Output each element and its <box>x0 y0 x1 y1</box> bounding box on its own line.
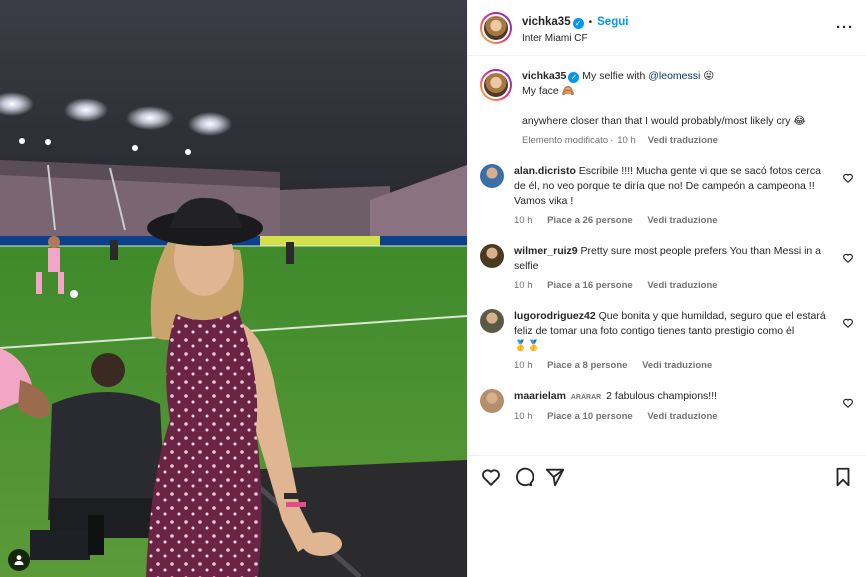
commenter-username[interactable]: maarielam <box>514 390 566 402</box>
see-translation-link[interactable]: Vedi traduzione <box>648 135 718 146</box>
comment-item: wilmer_ruiz9 Pretty sure most people pre… <box>480 244 854 291</box>
caption-line3: anywhere closer than that I would probab… <box>522 115 806 127</box>
comment-time[interactable]: 10 h <box>514 411 533 422</box>
author-avatar[interactable] <box>480 11 512 44</box>
comment-item: maarielam ARARAR 2 fabulous champions!!!… <box>480 389 854 422</box>
comment-text: maarielam ARARAR 2 fabulous champions!!! <box>514 389 832 405</box>
follow-button[interactable]: Segui <box>597 16 628 28</box>
comments-scroll-area[interactable]: vichka35 ✓ My selfie with @leomessi 😝 My … <box>468 57 866 455</box>
comment-icon[interactable] <box>512 466 534 488</box>
comment-body: 2 fabulous champions!!! <box>606 390 718 402</box>
commenter-avatar[interactable] <box>480 164 504 188</box>
caption-time[interactable]: 10 h <box>617 135 636 146</box>
comment-time[interactable]: 10 h <box>514 215 533 226</box>
photo-illustration <box>0 0 467 577</box>
commenter-username[interactable]: lugorodriguez42 <box>514 310 596 322</box>
user-tag-button[interactable] <box>8 549 30 571</box>
post-caption: vichka35 ✓ My selfie with @leomessi 😝 My … <box>480 69 854 146</box>
post-photo[interactable] <box>0 0 467 577</box>
comment-like-heart-icon[interactable] <box>842 317 854 329</box>
share-icon[interactable] <box>544 466 566 488</box>
more-options-icon[interactable]: ··· <box>836 19 854 36</box>
see-translation-link[interactable]: Vedi traduzione <box>647 411 717 422</box>
comment-text: alan.dicristo Escribile !!!! Mucha gente… <box>514 164 832 209</box>
post-actions-bar <box>468 455 866 577</box>
comment-item: alan.dicristo Escribile !!!! Mucha gente… <box>480 164 854 226</box>
caption-meta: Elemento modificato · 10 h Vedi traduzione <box>522 135 718 146</box>
commenter-tag: ARARAR <box>570 394 602 401</box>
heart-icon[interactable] <box>480 466 502 488</box>
separator-dot: • <box>588 16 593 28</box>
post-modal: vichka35 ✓ • Segui Inter Miami CF ··· vichk… <box>0 0 866 577</box>
comment-emoji: 🥇🥇 <box>514 340 541 352</box>
author-username[interactable]: vichka35 <box>522 16 571 28</box>
comment-like-heart-icon[interactable] <box>842 397 854 409</box>
caption-text: vichka35 ✓ My selfie with @leomessi 😝 My … <box>522 70 806 127</box>
caption-line2: My face 🙈 <box>522 85 575 97</box>
edited-label: Elemento modificato <box>522 135 609 146</box>
post-location[interactable]: Inter Miami CF <box>522 33 836 44</box>
see-translation-link[interactable]: Vedi traduzione <box>647 215 717 226</box>
comment-item: lugorodriguez42 Que bonita y que humilda… <box>480 309 854 371</box>
caption-author-avatar[interactable] <box>480 69 512 101</box>
comment-likes[interactable]: Piace a 26 persone <box>547 215 633 226</box>
commenter-avatar[interactable] <box>480 389 504 413</box>
verified-badge-icon: ✓ <box>568 72 580 83</box>
caption-username[interactable]: vichka35 <box>522 70 566 82</box>
comment-likes[interactable]: Piace a 8 persone <box>547 360 627 371</box>
comment-meta: 10 h Piace a 26 persone Vedi traduzione <box>514 215 832 226</box>
comment-like-heart-icon[interactable] <box>842 172 854 184</box>
see-translation-link[interactable]: Vedi traduzione <box>642 360 712 371</box>
comment-time[interactable]: 10 h <box>514 360 533 371</box>
see-translation-link[interactable]: Vedi traduzione <box>647 280 717 291</box>
comment-meta: 10 h Piace a 8 persone Vedi traduzione <box>514 360 832 371</box>
bookmark-icon[interactable] <box>832 466 854 488</box>
commenter-avatar[interactable] <box>480 244 504 268</box>
commenter-avatar[interactable] <box>480 309 504 333</box>
verified-badge-icon: ✓ <box>572 17 584 29</box>
comment-text: wilmer_ruiz9 Pretty sure most people pre… <box>514 244 832 274</box>
comment-likes[interactable]: Piace a 16 persone <box>547 280 633 291</box>
caption-line1: My selfie with <box>582 70 646 82</box>
post-header: vichka35 ✓ • Segui Inter Miami CF ··· <box>468 0 866 56</box>
comment-likes[interactable]: Piace a 10 persone <box>547 411 633 422</box>
commenter-username[interactable]: wilmer_ruiz9 <box>514 245 578 257</box>
comment-text: lugorodriguez42 Que bonita y que humilda… <box>514 309 832 354</box>
post-side-panel: vichka35 ✓ • Segui Inter Miami CF ··· vichk… <box>467 0 866 577</box>
user-tag-icon <box>14 555 24 565</box>
comment-time[interactable]: 10 h <box>514 280 533 291</box>
mention-link[interactable]: @leomessi <box>648 70 700 82</box>
comment-meta: 10 h Piace a 16 persone Vedi traduzione <box>514 280 832 291</box>
comment-like-heart-icon[interactable] <box>842 252 854 264</box>
commenter-username[interactable]: alan.dicristo <box>514 165 576 177</box>
comment-meta: 10 h Piace a 10 persone Vedi traduzione <box>514 411 832 422</box>
